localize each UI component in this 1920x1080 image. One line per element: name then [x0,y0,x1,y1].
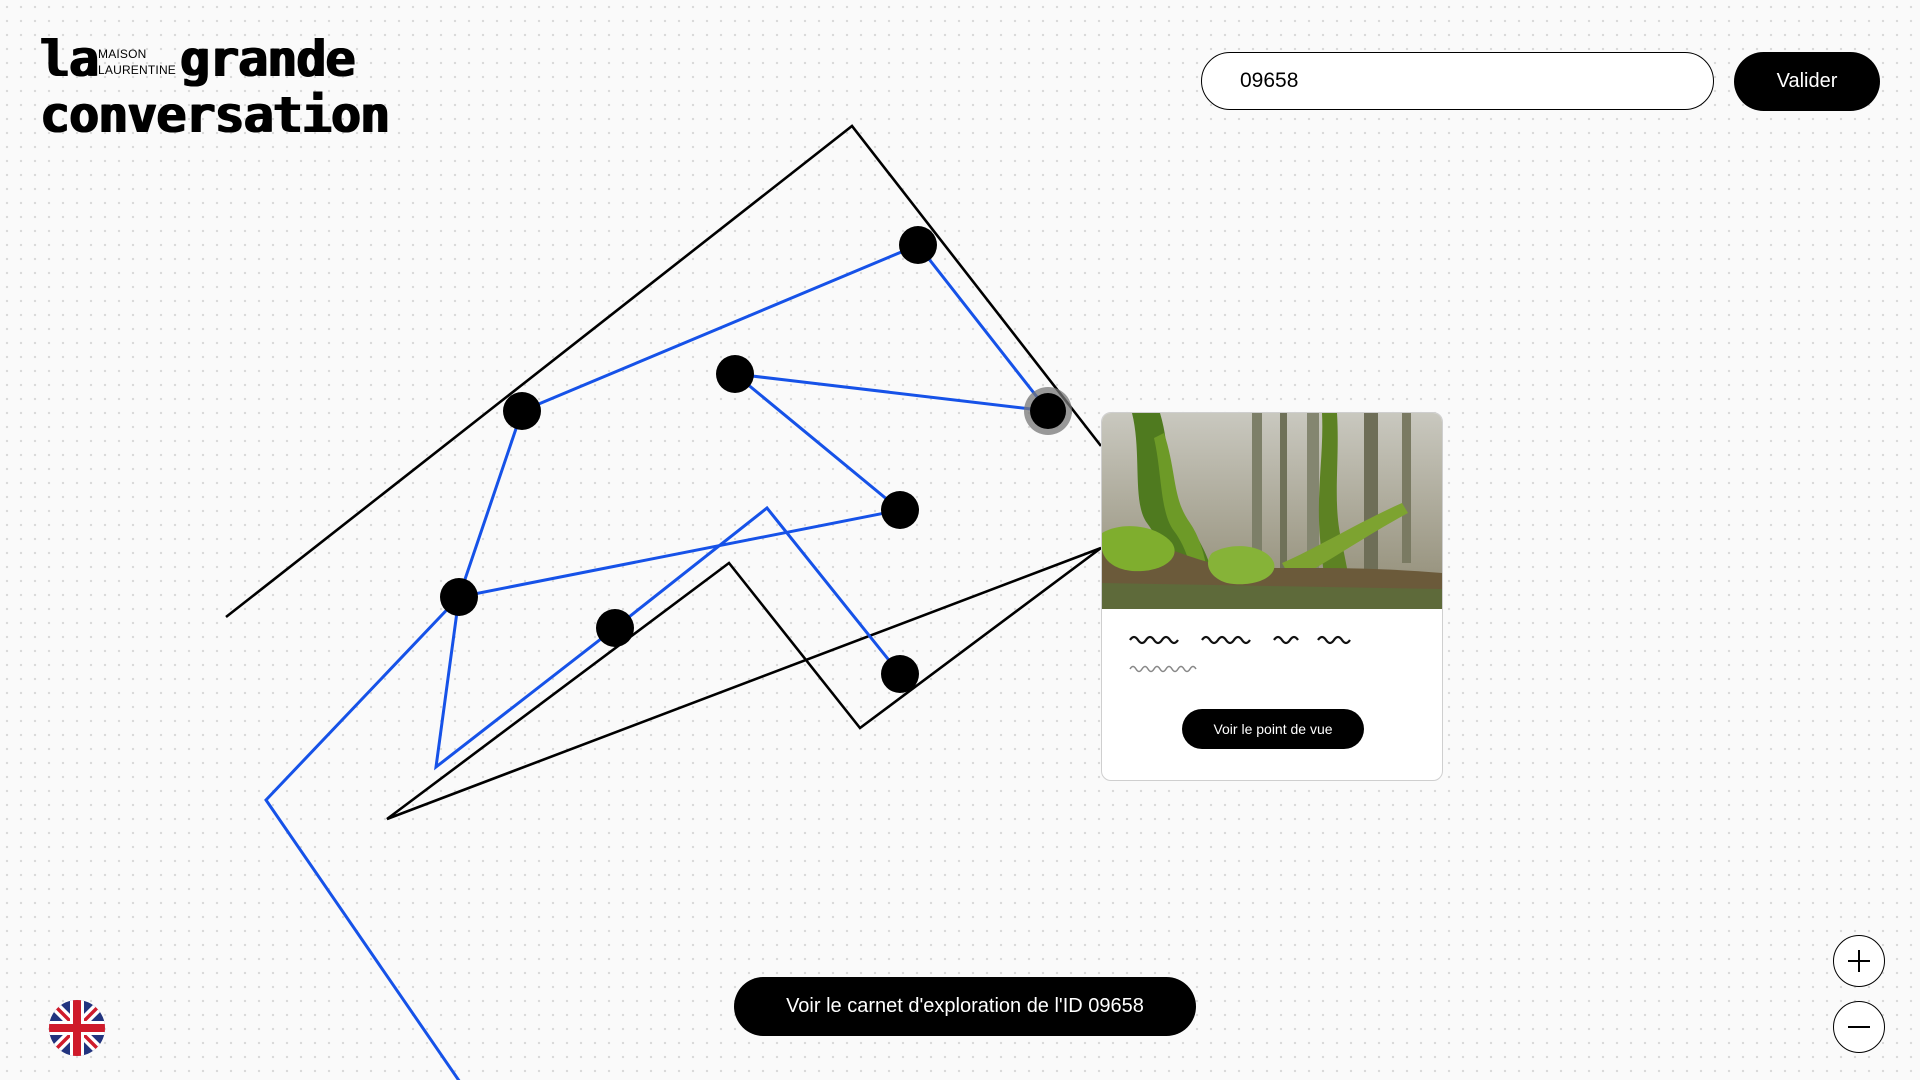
title-scribble [1129,635,1351,645]
zoom-out-button[interactable] [1833,1001,1885,1053]
graph-node[interactable] [440,578,478,616]
viewpoint-card: Voir le point de vue [1101,412,1443,781]
graph-node[interactable] [881,655,919,693]
graph-node[interactable] [596,609,634,647]
zoom-in-button[interactable] [1833,935,1885,987]
graph-node[interactable] [716,355,754,393]
graph-nodes [440,226,1072,693]
graph-node-selected[interactable] [1030,393,1066,429]
uk-flag-icon [49,1000,105,1056]
connection-lines [264,243,1050,1080]
outline-shape [225,124,1103,821]
plus-icon [1848,950,1870,972]
minus-icon [1848,1026,1870,1028]
moss-forest-photo [1102,413,1442,609]
exploration-graph [225,124,1103,1080]
view-point-button[interactable]: Voir le point de vue [1182,709,1364,749]
graph-node[interactable] [881,491,919,529]
graph-node[interactable] [899,226,937,264]
subtitle-scribble [1129,665,1197,673]
graph-node[interactable] [503,392,541,430]
language-switch[interactable] [49,1000,105,1056]
view-notebook-button[interactable]: Voir le carnet d'exploration de l'ID 096… [734,977,1196,1036]
